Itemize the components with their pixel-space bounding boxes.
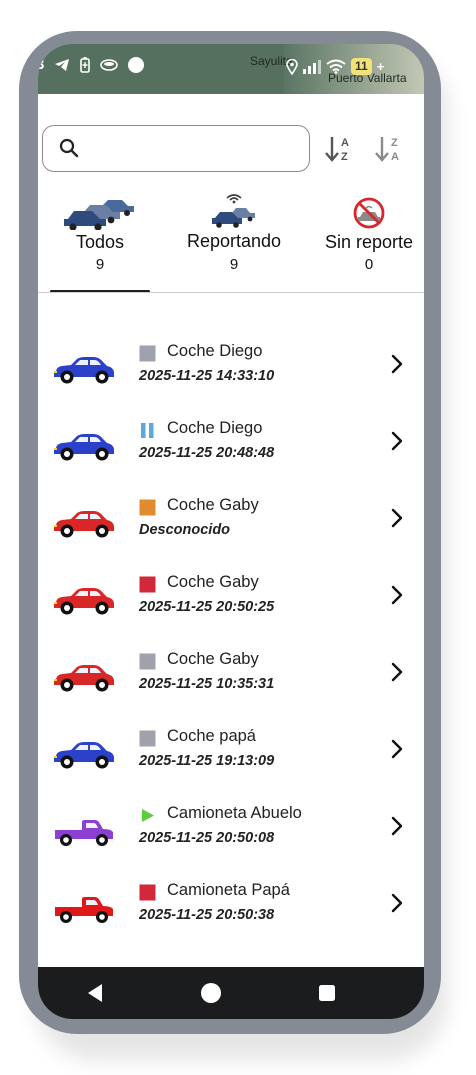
no-signal-car-icon [353, 197, 385, 229]
tab-count: 0 [364, 256, 374, 273]
vehicle-name: Coche Gaby [167, 573, 259, 591]
chevron-right-icon[interactable] [390, 815, 404, 837]
navigation-bar [38, 967, 424, 1019]
battery-indicator: 11 [351, 58, 372, 75]
vehicle-list-item[interactable]: Coche Gaby 2025-11-25 20:50:25 [38, 567, 424, 644]
tab-count: 9 [95, 256, 105, 273]
chevron-right-icon[interactable] [390, 738, 404, 760]
stopped-status-icon [139, 653, 156, 670]
pickup-icon [55, 897, 113, 923]
vehicle-last-report: 2025-11-25 20:50:25 [139, 599, 275, 615]
vehicle-last-report: 2025-11-25 10:35:31 [139, 676, 275, 692]
vehicle-last-report: 2025-11-25 14:33:10 [139, 368, 275, 384]
status-left-icons: 3 [38, 56, 145, 73]
recents-icon[interactable] [318, 984, 336, 1002]
vehicle-icon [52, 508, 116, 545]
tab-label: Reportando [186, 231, 282, 251]
car-icon [54, 665, 114, 692]
tab-label: Todos [75, 232, 125, 252]
car-icon [54, 742, 114, 769]
cars-signal-icon [212, 194, 255, 228]
svg-text:A: A [341, 137, 349, 149]
pickup-icon [55, 820, 113, 846]
sort-descending-button[interactable]: Z A [374, 132, 408, 166]
vehicle-last-report: 2025-11-25 20:48:48 [139, 445, 275, 461]
vehicle-name: Coche Diego [167, 342, 263, 360]
home-icon[interactable] [200, 982, 222, 1004]
chevron-right-icon[interactable] [390, 507, 404, 529]
chevron-right-icon[interactable] [390, 661, 404, 683]
chevron-right-icon[interactable] [390, 430, 404, 452]
car-icon [54, 434, 114, 461]
vehicle-name: Camioneta Abuelo [167, 804, 302, 822]
paused-status-icon [141, 423, 154, 438]
car-icon [54, 357, 114, 384]
sort-ascending-button[interactable]: A Z [324, 132, 358, 166]
vehicle-name: Coche Gaby [167, 496, 259, 514]
wifi-icon [326, 59, 346, 74]
moving-status-icon [142, 809, 154, 822]
chevron-right-icon[interactable] [390, 584, 404, 606]
tab-todos[interactable]: Todos 9 [50, 194, 150, 276]
vehicle-last-report: 2025-11-25 20:50:08 [139, 830, 275, 846]
vehicle-list-item[interactable]: Coche Diego 2025-11-25 20:48:48 [38, 413, 424, 490]
vehicle-icon [52, 893, 116, 930]
vehicle-name: Coche Gaby [167, 650, 259, 668]
sort-z-a-icon: Z A [375, 137, 399, 163]
status-right-icons: 11 + [286, 58, 384, 75]
tab-sin-reporte[interactable]: Sin reporte 0 [318, 194, 420, 276]
vehicle-name: Coche papá [167, 727, 256, 745]
vehicle-last-report: 2025-11-25 20:50:38 [139, 907, 275, 923]
vehicle-icon [52, 662, 116, 699]
vehicle-icon [52, 585, 116, 622]
stopped-status-icon [139, 730, 156, 747]
car-icon [54, 588, 114, 615]
vehicle-list-item[interactable]: Camioneta Papá 2025-11-25 20:50:38 [38, 875, 424, 952]
offline-status-icon [139, 576, 156, 593]
stopped-status-icon [139, 345, 156, 362]
search-input[interactable] [89, 134, 293, 164]
cars-group-icon [64, 200, 134, 230]
svg-text:A: A [391, 151, 399, 163]
sort-a-z-icon: A Z [325, 137, 349, 163]
vehicle-list-item[interactable]: Coche Diego 2025-11-25 14:33:10 [38, 336, 424, 413]
vehicle-last-report: Desconocido [139, 522, 231, 538]
eye-icon [100, 58, 119, 71]
charging-icon: + [376, 59, 385, 74]
notification-count: 3 [38, 56, 45, 73]
battery-saver-icon [80, 56, 91, 73]
vehicle-list-item[interactable]: Coche Gaby Desconocido [38, 490, 424, 567]
vehicle-list-item[interactable]: Camioneta Abuelo 2025-11-25 20:50:08 [38, 798, 424, 875]
location-icon [286, 58, 298, 75]
vehicle-icon [52, 431, 116, 468]
back-icon[interactable] [86, 983, 104, 1003]
offline-status-icon [139, 884, 156, 901]
vehicle-icon [52, 816, 116, 853]
vehicle-last-report: 2025-11-25 19:13:09 [139, 753, 275, 769]
tab-reportando[interactable]: Reportando 9 [184, 192, 284, 276]
vehicle-name: Coche Diego [167, 419, 263, 437]
chevron-right-icon[interactable] [390, 353, 404, 375]
signal-icon [303, 60, 321, 74]
car-icon [54, 511, 114, 538]
phone-screen: 3 Sayulita Puerto Vallarta 11 + A Z Z A … [38, 44, 424, 1019]
vehicle-icon [52, 739, 116, 776]
svg-text:Z: Z [341, 151, 348, 163]
tab-label: Sin reporte [324, 232, 414, 252]
tabs-divider [38, 292, 424, 293]
status-bar: 3 Sayulita Puerto Vallarta 11 + [38, 44, 424, 94]
search-box[interactable] [42, 125, 310, 172]
telegram-icon [55, 58, 70, 71]
vehicle-list-item[interactable]: Coche Gaby 2025-11-25 10:35:31 [38, 644, 424, 721]
svg-text:Z: Z [391, 137, 398, 149]
chevron-right-icon[interactable] [390, 892, 404, 914]
vehicle-name: Camioneta Papá [167, 881, 290, 899]
vehicle-icon [52, 354, 116, 391]
search-icon [59, 138, 79, 158]
tab-count: 9 [229, 256, 239, 273]
unknown-status-icon [139, 499, 156, 516]
vehicle-list-item[interactable]: Coche papá 2025-11-25 19:13:09 [38, 721, 424, 798]
circle-icon [128, 56, 145, 73]
